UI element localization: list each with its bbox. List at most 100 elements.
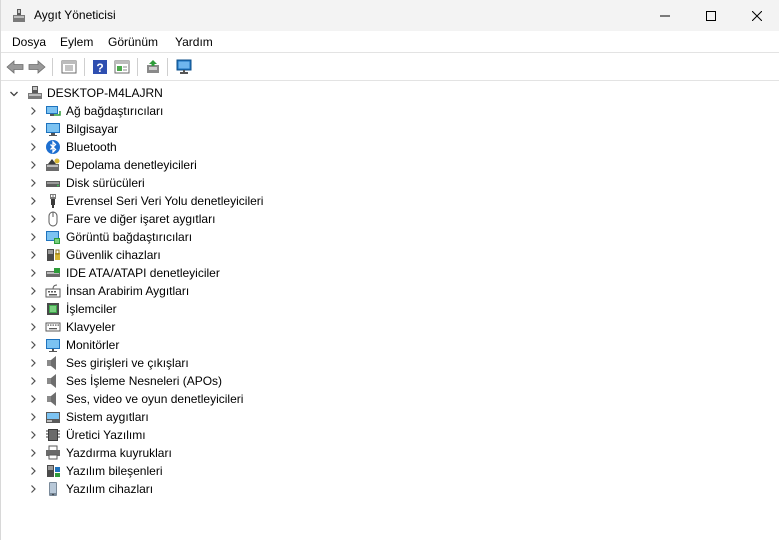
tree-item-label: Sistem aygıtları xyxy=(66,410,149,424)
chevron-right-icon[interactable] xyxy=(28,340,38,350)
bluetooth-icon xyxy=(46,140,60,154)
tree-item[interactable]: Sistem aygıtları xyxy=(1,408,401,426)
tree-item[interactable]: Ağ bağdaştırıcıları xyxy=(1,102,401,120)
processor-icon xyxy=(47,303,59,315)
tree-item-label: Yazılım bileşenleri xyxy=(66,464,163,478)
minimize-icon xyxy=(660,15,670,16)
tree-item[interactable]: Ses İşleme Nesneleri (APOs) xyxy=(1,372,401,390)
chevron-right-icon[interactable] xyxy=(28,214,38,224)
tree-item[interactable]: Disk sürücüleri xyxy=(1,174,401,192)
tree-item-label: Disk sürücüleri xyxy=(66,176,145,190)
chevron-right-icon[interactable] xyxy=(28,322,38,332)
tree-item[interactable]: Ses girişleri ve çıkışları xyxy=(1,354,401,372)
tree-item[interactable]: Yazdırma kuyrukları xyxy=(1,444,401,462)
speaker-icon xyxy=(47,392,56,406)
tree-item-label: Klavyeler xyxy=(66,320,116,334)
toolbar-separator xyxy=(52,58,53,76)
chevron-down-icon[interactable] xyxy=(9,89,19,99)
speaker-icon xyxy=(47,374,56,388)
tree-item[interactable]: Yazılım bileşenleri xyxy=(1,462,401,480)
chevron-right-icon[interactable] xyxy=(28,106,38,116)
forward-button[interactable] xyxy=(26,56,48,78)
tree-item-label: Güvenlik cihazları xyxy=(66,248,161,262)
monitor-icon xyxy=(46,339,60,352)
menu-help[interactable]: Yardım xyxy=(175,35,213,49)
tree-item-label: Fare ve diğer işaret aygıtları xyxy=(66,212,216,226)
tree-item[interactable]: Depolama denetleyicileri xyxy=(1,156,401,174)
menu-action[interactable]: Eylem xyxy=(60,35,93,49)
usb-icon xyxy=(50,194,56,208)
tree-item[interactable]: Fare ve diğer işaret aygıtları xyxy=(1,210,401,228)
tree-item[interactable]: Yazılım cihazları xyxy=(1,480,401,498)
maximize-button[interactable] xyxy=(688,0,734,31)
chevron-right-icon[interactable] xyxy=(28,250,38,260)
tree-item[interactable]: Görüntü bağdaştırıcıları xyxy=(1,228,401,246)
svg-text:?: ? xyxy=(96,61,103,75)
chevron-right-icon[interactable] xyxy=(28,232,38,242)
tree-item[interactable]: Klavyeler xyxy=(1,318,401,336)
menu-file[interactable]: Dosya xyxy=(12,35,46,49)
tree-item[interactable]: Güvenlik cihazları xyxy=(1,246,401,264)
chevron-right-icon[interactable] xyxy=(28,376,38,386)
update-driver-icon xyxy=(147,60,159,73)
chevron-right-icon[interactable] xyxy=(28,196,38,206)
chevron-right-icon[interactable] xyxy=(28,160,38,170)
tree-item-label: İnsan Arabirim Aygıtları xyxy=(66,284,190,298)
software-component-icon xyxy=(47,465,60,477)
menu-bar: Dosya Eylem Görünüm Yardım xyxy=(1,31,779,52)
close-button[interactable] xyxy=(734,0,779,31)
tree-item-label: Bluetooth xyxy=(66,140,117,154)
minimize-button[interactable] xyxy=(642,0,688,31)
menu-view[interactable]: Görünüm xyxy=(108,35,158,49)
tree-item-label: Evrensel Seri Veri Yolu denetleyicileri xyxy=(66,194,264,208)
chevron-right-icon[interactable] xyxy=(28,484,38,494)
tree-item[interactable]: Evrensel Seri Veri Yolu denetleyicileri xyxy=(1,192,401,210)
network-adapter-icon xyxy=(46,106,61,116)
title-bar[interactable]: Aygıt Yöneticisi xyxy=(1,0,779,31)
chevron-right-icon[interactable] xyxy=(28,394,38,404)
chevron-right-icon[interactable] xyxy=(28,304,38,314)
scan-hardware-icon xyxy=(176,59,192,74)
chevron-right-icon[interactable] xyxy=(28,268,38,278)
storage-controller-icon xyxy=(46,158,60,171)
chevron-right-icon[interactable] xyxy=(28,448,38,458)
close-icon xyxy=(752,10,762,21)
tree-item[interactable]: İnsan Arabirim Aygıtları xyxy=(1,282,401,300)
chevron-right-icon[interactable] xyxy=(28,178,38,188)
tree-item[interactable]: İşlemciler xyxy=(1,300,401,318)
chevron-right-icon[interactable] xyxy=(28,466,38,476)
tree-item-label: Ses İşleme Nesneleri (APOs) xyxy=(66,374,223,388)
update-driver-button[interactable] xyxy=(142,56,164,78)
tree-root[interactable]: DESKTOP-M4LAJRN xyxy=(1,84,301,102)
chevron-right-icon[interactable] xyxy=(28,286,38,296)
computer-root-icon xyxy=(28,86,42,99)
chevron-right-icon[interactable] xyxy=(28,430,38,440)
computer-icon xyxy=(46,123,60,136)
properties-button[interactable] xyxy=(58,56,80,78)
tree-item-label: Yazdırma kuyrukları xyxy=(66,446,172,460)
tree-item[interactable]: Bluetooth xyxy=(1,138,401,156)
chevron-right-icon[interactable] xyxy=(28,142,38,152)
display-adapter-icon xyxy=(46,231,60,244)
help-icon: ? xyxy=(93,60,107,75)
tree-item[interactable]: Monitörler xyxy=(1,336,401,354)
show-hide-button[interactable] xyxy=(111,56,133,78)
tree-item-label: Yazılım cihazları xyxy=(66,482,154,496)
help-button[interactable]: ? xyxy=(89,56,111,78)
tree-item[interactable]: IDE ATA/ATAPI denetleyiciler xyxy=(1,264,401,282)
tree-item[interactable]: Üretici Yazılımı xyxy=(1,426,401,444)
back-button[interactable] xyxy=(4,56,26,78)
tree-item[interactable]: Bilgisayar xyxy=(1,120,401,138)
printer-icon xyxy=(46,445,60,460)
tree-item[interactable]: Ses, video ve oyun denetleyicileri xyxy=(1,390,401,408)
chevron-right-icon[interactable] xyxy=(28,124,38,134)
tree-item-label: İşlemciler xyxy=(66,302,117,316)
security-device-icon xyxy=(47,249,60,261)
device-tree: DESKTOP-M4LAJRN Ağ bağdaştırıcıları Bilgi… xyxy=(1,83,779,540)
scan-hardware-button[interactable] xyxy=(173,56,195,78)
chevron-right-icon[interactable] xyxy=(28,412,38,422)
software-device-icon xyxy=(49,482,57,496)
chevron-right-icon[interactable] xyxy=(28,358,38,368)
mouse-icon xyxy=(48,211,58,227)
tree-root-label: DESKTOP-M4LAJRN xyxy=(47,86,163,100)
